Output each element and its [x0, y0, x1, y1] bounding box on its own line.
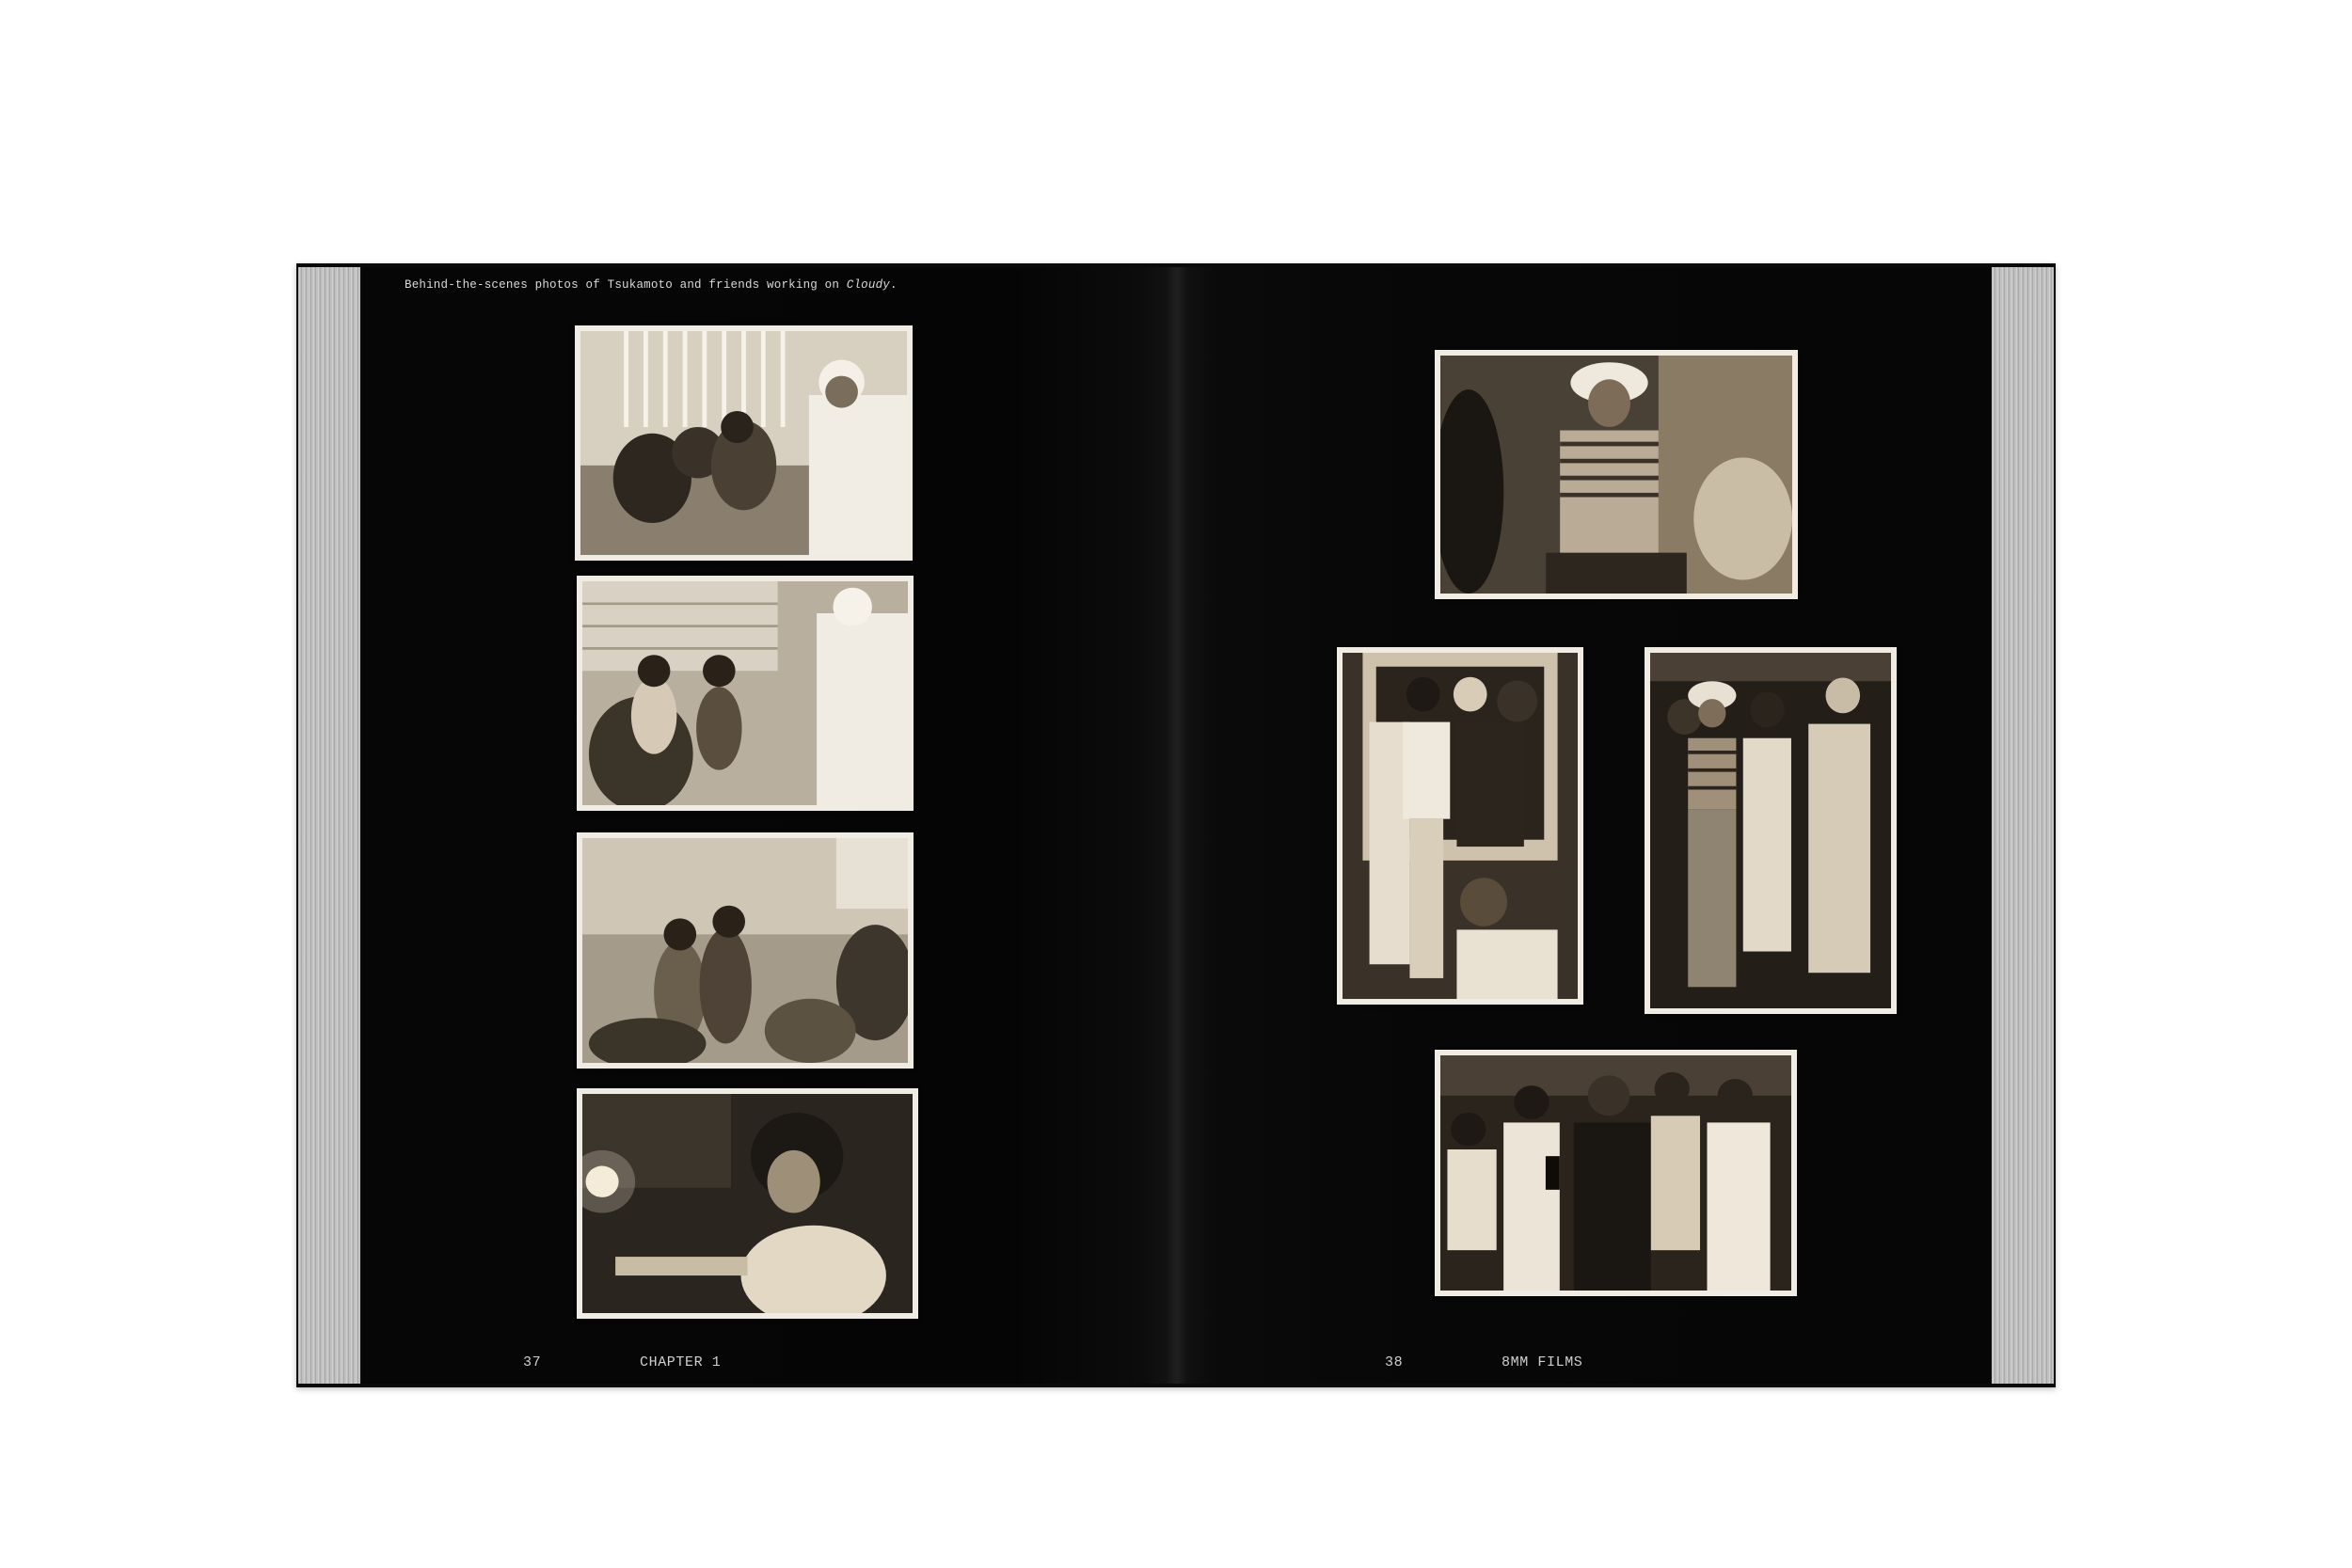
photo-boys-in-garden [577, 576, 914, 811]
photo-kids-crouching [575, 325, 913, 561]
photo-boy-striped-shirt [1435, 350, 1798, 599]
left-page-number: 37 [523, 1354, 542, 1370]
caption-text: Behind-the-scenes photos of Tsukamoto an… [405, 278, 847, 292]
photo-group-posing [1435, 1050, 1797, 1296]
left-running-head: CHAPTER 1 [640, 1354, 722, 1370]
caption-film-title: Cloudy [846, 278, 890, 292]
photo-portrait-lamp [577, 1088, 918, 1319]
caption-end: . [890, 278, 898, 292]
right-page-number: 38 [1385, 1354, 1404, 1370]
page-edges-left [298, 267, 360, 1384]
photo-caption: Behind-the-scenes photos of Tsukamoto an… [405, 278, 898, 292]
page-edges-right [1992, 267, 2054, 1384]
right-running-head: 8MM FILMS [1502, 1354, 1583, 1370]
photo-group-in-hallway [1645, 647, 1897, 1014]
book-spine [1167, 267, 1187, 1384]
photo-group-with-camera [1337, 647, 1583, 1005]
photo-boys-with-flowers [577, 832, 914, 1069]
